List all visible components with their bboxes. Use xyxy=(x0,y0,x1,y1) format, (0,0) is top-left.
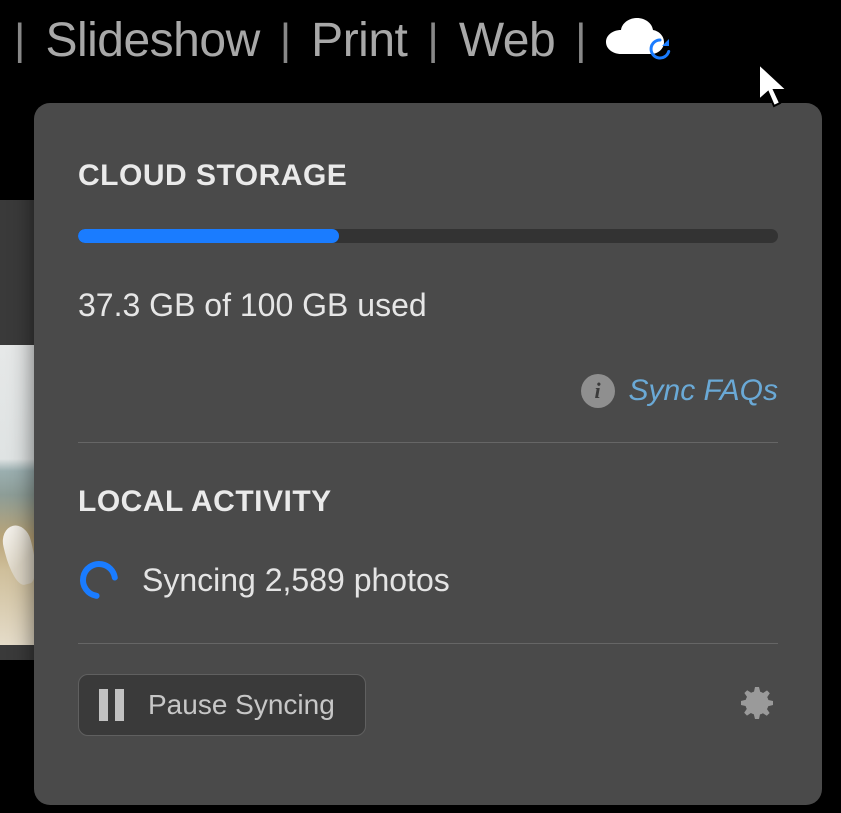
local-activity-title: LOCAL ACTIVITY xyxy=(78,485,778,519)
info-icon: i xyxy=(581,374,615,408)
cloud-sync-panel: CLOUD STORAGE 37.3 GB of 100 GB used i S… xyxy=(34,103,822,805)
divider: | xyxy=(569,15,592,65)
cloud-sync-button[interactable] xyxy=(593,16,667,65)
storage-usage-text: 37.3 GB of 100 GB used xyxy=(78,287,778,324)
mouse-cursor-icon xyxy=(755,62,795,117)
syncing-spinner-icon xyxy=(78,559,120,601)
pause-syncing-button[interactable]: Pause Syncing xyxy=(78,674,366,736)
storage-progress-bar xyxy=(78,229,778,243)
divider: | xyxy=(8,15,31,65)
sync-refresh-icon xyxy=(647,36,673,67)
tab-web[interactable]: Web xyxy=(445,13,569,68)
module-tab-bar: | Slideshow | Print | Web | xyxy=(0,0,841,80)
divider: | xyxy=(421,15,444,65)
settings-gear-icon[interactable] xyxy=(736,682,778,729)
pause-icon xyxy=(99,689,124,721)
divider: | xyxy=(274,15,297,65)
tab-slideshow[interactable]: Slideshow xyxy=(31,13,273,68)
cloud-storage-section: CLOUD STORAGE 37.3 GB of 100 GB used i S… xyxy=(78,159,778,442)
sync-faqs-link[interactable]: Sync FAQs xyxy=(629,374,778,408)
tab-print[interactable]: Print xyxy=(297,13,421,68)
pause-button-label: Pause Syncing xyxy=(148,689,335,721)
cloud-storage-title: CLOUD STORAGE xyxy=(78,159,778,193)
local-activity-section: LOCAL ACTIVITY Syncing 2,589 photos Paus… xyxy=(78,443,778,736)
sync-status-text: Syncing 2,589 photos xyxy=(142,562,450,599)
storage-progress-fill xyxy=(78,229,339,243)
